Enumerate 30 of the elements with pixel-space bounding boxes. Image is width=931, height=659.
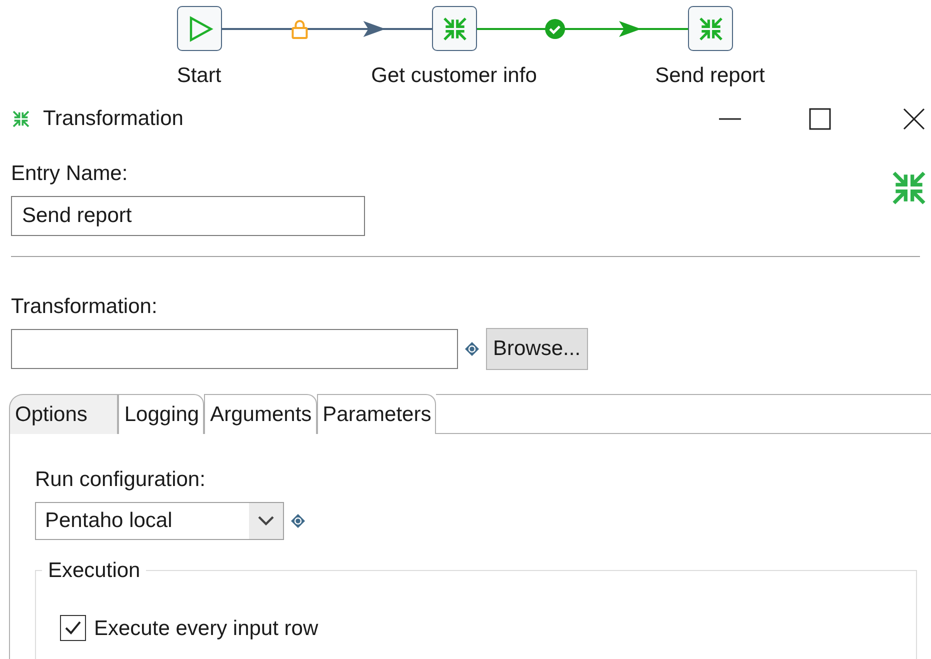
run-configuration-dropdown[interactable]: Pentaho local: [35, 502, 284, 540]
field-label: Entry Name:: [11, 161, 129, 187]
checkbox[interactable]: [60, 615, 86, 642]
tab[interactable]: Parameters: [316, 394, 436, 434]
arrows-inward-icon: [696, 14, 724, 42]
checkbox-label: Execute every input row: [94, 616, 318, 642]
transformation-field[interactable]: [11, 329, 458, 369]
variable-icon: [464, 341, 480, 357]
arrows-inward-icon: [11, 109, 31, 129]
node-label: Start: [176, 63, 222, 89]
node-label: Send report: [655, 63, 765, 89]
field-label: Run configuration:: [35, 467, 206, 493]
check-icon: [545, 19, 566, 39]
job-node[interactable]: [177, 6, 222, 51]
node-label: Get customer info: [371, 63, 537, 89]
chevron-down-icon: [258, 516, 274, 526]
tab[interactable]: Logging: [118, 394, 204, 434]
entry-name-field[interactable]: Send report: [11, 196, 365, 236]
field-label: Transformation:: [11, 294, 158, 320]
variable-icon: [290, 512, 306, 528]
tab[interactable]: Options: [9, 394, 118, 434]
job-node[interactable]: [688, 6, 733, 51]
lock-icon: [292, 20, 308, 39]
browse-button[interactable]: Browse...: [486, 328, 588, 370]
close-icon[interactable]: [903, 108, 925, 130]
tab[interactable]: Arguments: [204, 394, 317, 434]
arrows-inward-icon: [440, 14, 468, 42]
window-title: Transformation: [43, 106, 184, 132]
job-node[interactable]: [432, 6, 477, 51]
maximize-icon[interactable]: [809, 108, 831, 130]
